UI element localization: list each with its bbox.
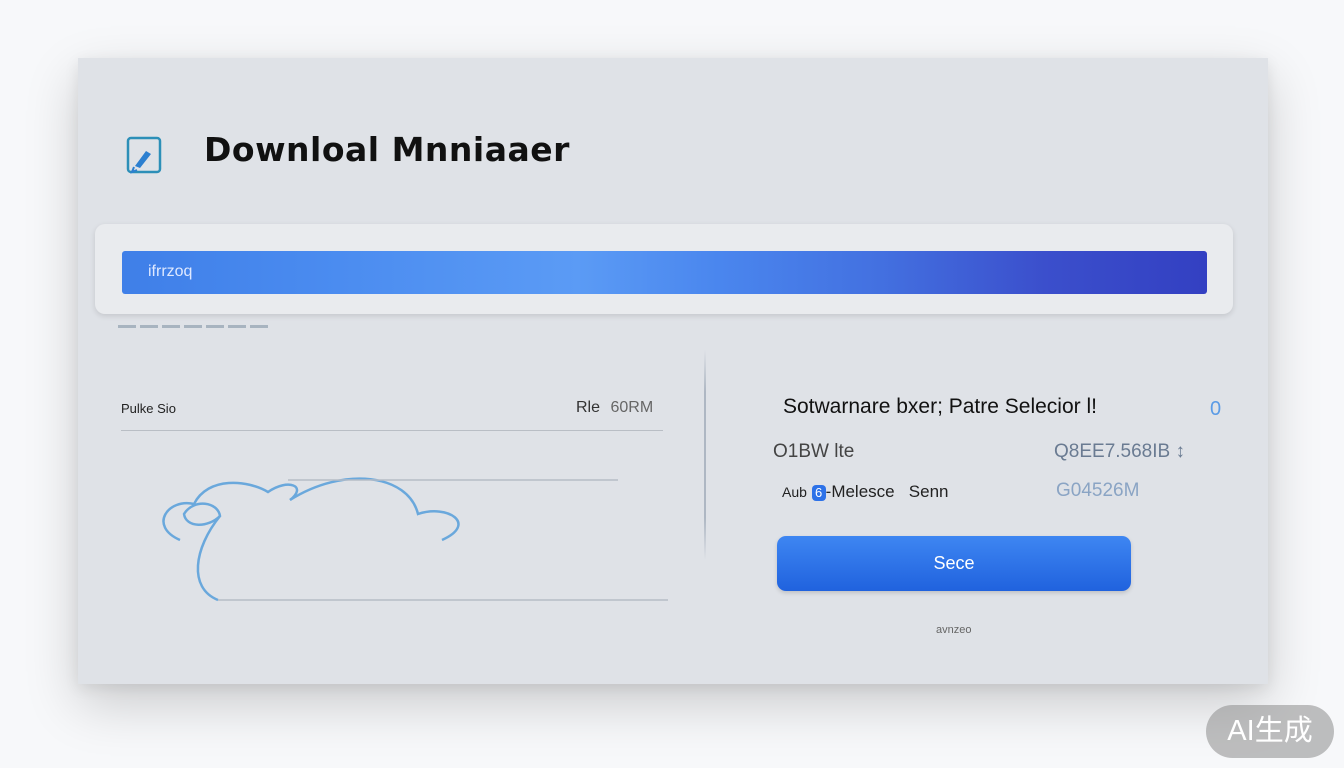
file-size: 60RM [610, 399, 654, 416]
detail-row-2-label: Aub 6 -Melesce Senn [782, 482, 949, 502]
file-info: Rle 60RM [576, 399, 653, 417]
page-title: Downloal Mnniaaer [204, 130, 570, 169]
download-manager-window: Downloal Mnniaaer ifrrzoq Pulke Sio Rle … [78, 58, 1268, 684]
selector-title: Sotwarnare bxer; Patre Selecior l! [783, 395, 1097, 418]
status-indicator: 0 [1210, 398, 1222, 420]
download-pencil-icon [126, 136, 162, 174]
detail-row-1-label: O1BW lte [773, 441, 855, 462]
progress-divider [118, 325, 270, 328]
panel-divider [704, 350, 706, 560]
progress-panel: ifrrzoq [95, 224, 1233, 314]
left-panel-rule [121, 430, 663, 431]
footnote: avnzeo [936, 624, 972, 636]
file-label: Rle [576, 399, 601, 416]
cloud-illustration [162, 477, 668, 602]
action-button[interactable]: Sece [777, 536, 1131, 591]
detail-row-1-value: Q8EE7.568IB ↕ [1054, 441, 1185, 462]
download-progress-bar: ifrrzoq [122, 251, 1207, 294]
left-panel-label: Pulke Sio [121, 401, 176, 416]
detail-row-2-badge: 6 [811, 484, 826, 501]
detail-row-2-value: G04526M [1056, 480, 1140, 501]
detail-row-2-suffix: -Melesce Senn [825, 482, 949, 501]
ai-watermark-badge: AI生成 [1206, 705, 1334, 758]
progress-label: ifrrzoq [148, 263, 193, 280]
detail-row-2-prefix: Aub [782, 484, 807, 500]
